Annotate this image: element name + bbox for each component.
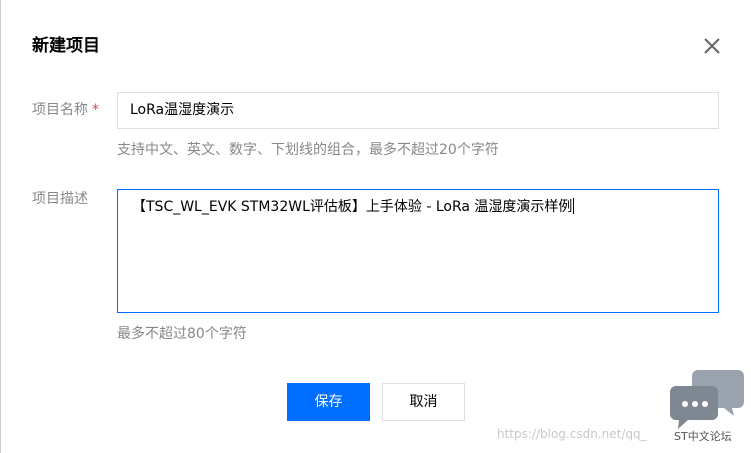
name-label: 项目名称 * [32,100,99,120]
dialog-title: 新建项目 [32,36,100,56]
logo-text: ST中文论坛 [674,430,732,443]
description-text: 【TSC_WL_EVK STM32WL评估板】上手体验 - LoRa 温湿度演示… [132,199,573,215]
close-icon [704,38,720,54]
dialog-page: 新建项目 项目名称 * LoRa温湿度演示 支持中文、英文、数字、下划线的组合，最… [0,0,751,453]
project-name-input[interactable]: LoRa温湿度演示 [117,92,719,129]
chat-bubbles-icon [670,370,744,429]
required-mark: * [92,102,99,118]
name-label-text: 项目名称 [32,102,88,118]
name-hint: 支持中文、英文、数字、下划线的组合，最多不超过20个字符 [117,142,499,158]
watermark-url: https://blog.csdn.net/qq_ [497,427,647,441]
text-caret [573,198,575,214]
close-button[interactable] [700,34,724,58]
desc-label: 项目描述 [32,191,88,207]
cancel-button[interactable]: 取消 [382,383,465,421]
desc-hint: 最多不超过80个字符 [117,326,247,342]
project-description-textarea[interactable]: 【TSC_WL_EVK STM32WL评估板】上手体验 - LoRa 温湿度演示… [117,189,719,313]
window-edge [0,0,1,453]
save-button[interactable]: 保存 [287,383,370,421]
